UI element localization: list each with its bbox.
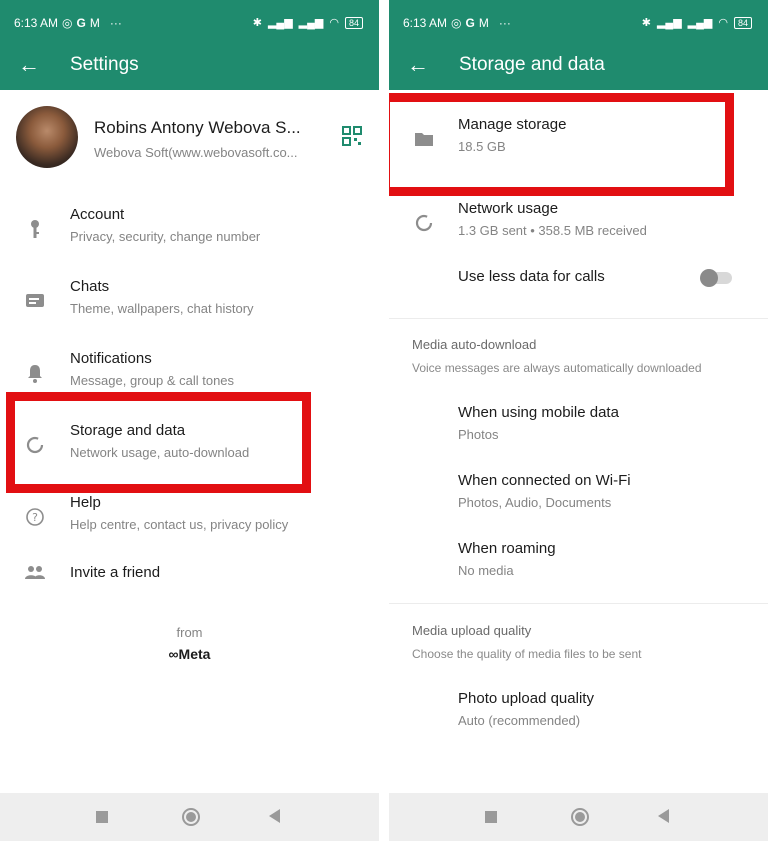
settings-item-storage-and-data[interactable]: Storage and data Network usage, auto-dow… xyxy=(0,416,379,478)
settings-screen: 6:13 AM ◎ G M ··· ✱ ▂▄▆ ▂▄▆ ◠ 84 ← Setti… xyxy=(0,0,379,841)
settings-item-subtitle: Help centre, contact us, privacy policy xyxy=(70,517,289,532)
data-usage-icon xyxy=(413,212,435,234)
system-nav-bar xyxy=(0,793,379,841)
page-title: Storage and data xyxy=(459,54,605,75)
settings-item-title: Notifications xyxy=(70,350,152,367)
home-button[interactable] xyxy=(182,808,200,826)
media-auto-download-header: Media auto-download xyxy=(412,337,537,352)
media-auto-download-subheader: Voice messages are always automatically … xyxy=(412,361,702,375)
more-notifications-icon: ··· xyxy=(498,16,511,30)
settings-item-account[interactable]: Account Privacy, security, change number xyxy=(0,200,379,262)
auto-download-title: When using mobile data xyxy=(458,404,619,421)
wifi-icon: ◠ xyxy=(329,17,339,29)
bluetooth-icon: ✱ xyxy=(252,17,262,29)
signal-icon-2: ▂▄▆ xyxy=(687,17,713,29)
auto-download-subtitle: Photos, Audio, Documents xyxy=(458,495,612,510)
wifi-icon: ◠ xyxy=(718,17,728,29)
signal-icon-2: ▂▄▆ xyxy=(298,17,324,29)
system-nav-bar xyxy=(389,793,768,841)
whatsapp-notification-icon: ◎ xyxy=(62,16,73,30)
help-icon: ? xyxy=(24,506,46,528)
settings-item-subtitle: Theme, wallpapers, chat history xyxy=(70,301,254,316)
data-usage-icon xyxy=(24,434,46,456)
back-arrow-icon[interactable]: ← xyxy=(18,52,40,78)
profile-name: Robins Antony Webova S... xyxy=(94,118,301,137)
media-upload-quality-subheader: Choose the quality of media files to be … xyxy=(412,647,642,661)
manage-storage-item[interactable]: Manage storage 18.5 GB xyxy=(389,110,768,172)
photo-upload-quality-title: Photo upload quality xyxy=(458,690,594,707)
auto-download-title: When connected on Wi-Fi xyxy=(458,472,631,489)
qr-code-icon[interactable] xyxy=(342,126,362,146)
back-button[interactable] xyxy=(269,809,280,823)
divider xyxy=(389,318,768,319)
media-upload-quality-header: Media upload quality xyxy=(412,623,532,638)
settings-item-chats[interactable]: Chats Theme, wallpapers, chat history xyxy=(0,272,379,334)
google-notification-icon: G xyxy=(465,16,475,30)
status-bar: 6:13 AM ◎ G M ··· ✱ ▂▄▆ ▂▄▆ ◠ 84 xyxy=(389,0,768,44)
battery-icon: 84 xyxy=(344,16,363,29)
network-usage-subtitle: 1.3 GB sent • 358.5 MB received xyxy=(458,223,647,238)
from-label: from xyxy=(176,625,203,640)
photo-upload-quality-subtitle: Auto (recommended) xyxy=(458,713,581,728)
toggle-knob xyxy=(700,269,718,287)
settings-item-title: Help xyxy=(70,494,101,511)
settings-item-subtitle: Message, group & call tones xyxy=(70,373,235,388)
page-title: Settings xyxy=(70,54,139,75)
settings-item-title: Storage and data xyxy=(70,422,186,439)
use-less-data-item[interactable]: Use less data for calls xyxy=(389,262,768,302)
network-usage-title: Network usage xyxy=(458,200,559,217)
back-arrow-icon[interactable]: ← xyxy=(407,52,429,78)
avatar[interactable] xyxy=(16,106,78,168)
settings-item-title: Chats xyxy=(70,278,110,295)
use-less-data-title: Use less data for calls xyxy=(458,268,605,285)
settings-item-invite-a-friend[interactable]: Invite a friend xyxy=(0,552,379,596)
photo-upload-quality-item[interactable]: Photo upload quality Auto (recommended) xyxy=(389,684,768,746)
settings-item-title: Account xyxy=(70,206,125,223)
meta-logo: ∞Meta xyxy=(168,646,211,662)
gmail-notification-icon: M xyxy=(89,16,100,30)
gmail-notification-icon: M xyxy=(478,16,489,30)
signal-icon: ▂▄▆ xyxy=(656,17,682,29)
bluetooth-icon: ✱ xyxy=(641,17,651,29)
use-less-data-toggle[interactable] xyxy=(700,269,732,287)
storage-and-data-screen: 6:13 AM ◎ G M ··· ✱ ▂▄▆ ▂▄▆ ◠ 84 ← Stora… xyxy=(389,0,768,841)
svg-text:?: ? xyxy=(32,511,38,524)
google-notification-icon: G xyxy=(76,16,86,30)
auto-download-subtitle: Photos xyxy=(458,427,499,442)
key-icon xyxy=(24,218,46,240)
divider xyxy=(389,603,768,604)
home-button[interactable] xyxy=(571,808,589,826)
settings-item-subtitle: Privacy, security, change number xyxy=(70,229,261,244)
auto-download-wifi[interactable]: When connected on Wi-Fi Photos, Audio, D… xyxy=(389,466,768,528)
whatsapp-notification-icon: ◎ xyxy=(451,16,462,30)
back-button[interactable] xyxy=(658,809,669,823)
manage-storage-title: Manage storage xyxy=(458,116,567,133)
manage-storage-size: 18.5 GB xyxy=(458,139,506,154)
recents-button[interactable] xyxy=(485,811,497,823)
signal-icon: ▂▄▆ xyxy=(267,17,293,29)
status-time: 6:13 AM xyxy=(403,16,448,30)
settings-item-help[interactable]: ? Help Help centre, contact us, privacy … xyxy=(0,488,379,550)
status-bar: 6:13 AM ◎ G M ··· ✱ ▂▄▆ ▂▄▆ ◠ 84 xyxy=(0,0,379,44)
settings-item-notifications[interactable]: Notifications Message, group & call tone… xyxy=(0,344,379,406)
folder-icon xyxy=(413,128,435,150)
settings-item-subtitle: Network usage, auto-download xyxy=(70,445,250,460)
app-bar: ← Settings xyxy=(0,44,379,90)
status-time: 6:13 AM xyxy=(14,16,59,30)
settings-item-title: Invite a friend xyxy=(70,564,161,581)
bell-icon xyxy=(24,362,46,384)
app-bar: ← Storage and data xyxy=(389,44,768,90)
battery-icon: 84 xyxy=(733,16,752,29)
profile-subtitle: Webova Soft(www.webovasoft.co... xyxy=(94,145,298,160)
chat-icon xyxy=(24,290,46,312)
more-notifications-icon: ··· xyxy=(109,16,122,30)
profile-row[interactable]: Robins Antony Webova S... Webova Soft(ww… xyxy=(0,98,379,178)
auto-download-subtitle: No media xyxy=(458,563,514,578)
network-usage-item[interactable]: Network usage 1.3 GB sent • 358.5 MB rec… xyxy=(389,194,768,256)
auto-download-roaming[interactable]: When roaming No media xyxy=(389,534,768,596)
recents-button[interactable] xyxy=(96,811,108,823)
auto-download-mobile-data[interactable]: When using mobile data Photos xyxy=(389,398,768,460)
auto-download-title: When roaming xyxy=(458,540,556,557)
people-icon xyxy=(24,562,46,584)
